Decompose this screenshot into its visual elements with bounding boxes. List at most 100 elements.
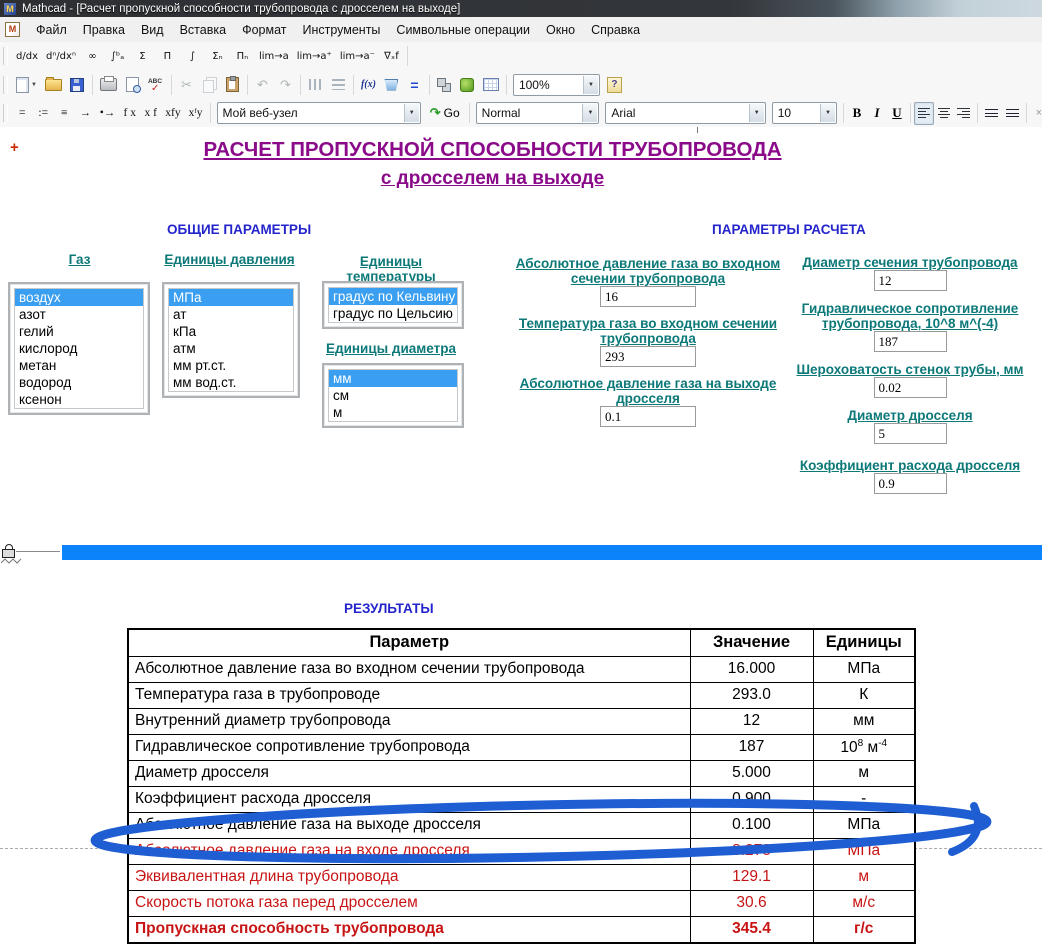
infix-op-icon[interactable]: xfy [161,102,184,125]
redo-button[interactable]: ↷ [274,73,297,96]
menu-item[interactable]: Окно [538,20,583,40]
insert-table-button[interactable] [479,73,503,96]
bold-button[interactable]: B [847,102,867,125]
menu-item[interactable]: Инструменты [294,20,388,40]
list-item[interactable]: кислород [15,340,143,357]
list-item[interactable]: градус по Кельвину [329,288,457,305]
list-item[interactable]: воздух [15,289,143,306]
help-button[interactable]: ? [603,73,626,96]
equals-op-icon[interactable]: = [12,102,33,125]
list-item[interactable]: градус по Цельсию [329,305,457,322]
chevron-down-icon[interactable]: ▼ [582,104,597,122]
menu-item[interactable]: Правка [75,20,133,40]
menu-item[interactable]: Формат [234,20,294,40]
undo-button[interactable]: ↶ [251,73,274,96]
save-button[interactable] [66,73,89,96]
lock-icon[interactable] [2,544,15,557]
diameter-units-listbox[interactable]: ммсмм [322,363,464,428]
insert-unit-button[interactable] [380,73,403,96]
symbolic-eval-op-icon[interactable]: → [75,102,96,125]
global-assign-op-icon[interactable]: ≡ [54,102,75,125]
definite-integral-icon[interactable]: ∫ᵇₐ [105,45,130,68]
insert-function-button[interactable]: f(x) [357,73,380,96]
chevron-down-icon[interactable]: ▼ [583,76,598,94]
list-item[interactable]: мм рт.ст. [169,357,293,374]
menu-item[interactable]: Файл [28,20,75,40]
worksheet[interactable]: + РАСЧЕТ ПРОПУСКНОЙ СПОСОБНОСТИ ТРУБОПРО… [0,127,1042,942]
italic-button[interactable]: I [867,102,887,125]
numbered-list-button[interactable] [1002,102,1023,125]
chevron-down-icon[interactable]: ▼ [749,104,764,122]
list-item[interactable]: гелий [15,323,143,340]
paste-button[interactable] [221,73,244,96]
list-item[interactable]: ат [169,306,293,323]
cut-button[interactable]: ✂ [175,73,198,96]
value-input[interactable] [874,331,947,352]
go-button[interactable]: ↷ Go [424,102,466,124]
nth-derivative-icon[interactable]: dⁿ/dxⁿ [42,45,80,68]
menu-item[interactable]: Символьные операции [388,20,538,40]
list-item[interactable]: кПа [169,323,293,340]
list-item[interactable]: азот [15,306,143,323]
limit-left-icon[interactable]: lim→a⁻ [336,45,379,68]
limit-icon[interactable]: lim→a [255,45,293,68]
align-regions-across-button[interactable] [304,73,327,96]
pressure-units-listbox[interactable]: МПааткПаатммм рт.ст.мм вод.ст. [162,282,300,398]
summation-limits-icon[interactable]: Σ [130,45,155,68]
calculate-button[interactable]: = [403,73,426,96]
toolbar-grip[interactable] [3,104,8,122]
value-input[interactable] [874,423,947,444]
chevron-down-icon[interactable]: ▼ [404,104,419,122]
value-input[interactable] [874,473,947,494]
font-combobox[interactable]: Arial ▼ [605,102,765,124]
web-site-combobox[interactable]: Мой веб-узел ▼ [217,102,421,124]
postfix-op-icon[interactable]: x f [140,102,161,125]
list-item[interactable]: ксенон [15,391,143,408]
value-input[interactable] [874,270,947,291]
limit-right-icon[interactable]: lim→a⁺ [293,45,336,68]
list-item[interactable]: атм [169,340,293,357]
print-preview-button[interactable] [121,73,144,96]
gradient-icon[interactable]: ∇ₓf [379,45,404,68]
style-combobox[interactable]: Normal ▼ [476,102,600,124]
value-input[interactable] [600,346,696,367]
open-button[interactable] [41,73,66,96]
bullet-list-button[interactable] [981,102,1002,125]
temperature-units-listbox[interactable]: градус по Кельвинуградус по Цельсию [322,281,464,329]
component-wizard-button[interactable] [433,73,456,96]
product-limits-icon[interactable]: Π [155,45,180,68]
symbolic-keyword-op-icon[interactable]: •→ [96,102,120,125]
gas-listbox[interactable]: воздухазотгелийкислородметанводородксено… [8,282,150,415]
toolbar-grip[interactable] [3,76,8,94]
align-left-button[interactable] [914,102,934,125]
align-center-button[interactable] [934,102,954,125]
font-size-combobox[interactable]: 10 ▼ [772,102,837,124]
data-component-button[interactable] [456,73,479,96]
summation-icon[interactable]: Σₙ [205,45,230,68]
spell-check-button[interactable]: ABC✓ [144,73,168,96]
zoom-select[interactable]: 100% ▼ [513,74,600,96]
value-input[interactable] [600,406,696,427]
underline-button[interactable]: U [887,102,907,125]
menu-item[interactable]: Справка [583,20,648,40]
list-item[interactable]: мм [329,370,457,387]
list-item[interactable]: м [329,404,457,421]
value-input[interactable] [874,377,947,398]
value-input[interactable] [600,286,696,307]
list-item[interactable]: метан [15,357,143,374]
list-item[interactable]: водород [15,374,143,391]
toolbar-grip[interactable] [3,47,8,65]
function-op-icon[interactable]: f x [119,102,140,125]
treefix-op-icon[interactable]: xᶠy [185,102,207,125]
chevron-down-icon[interactable]: ▼ [820,104,835,122]
print-button[interactable] [96,73,121,96]
list-item[interactable]: МПа [169,289,293,306]
align-regions-down-button[interactable] [327,73,350,96]
close-icon[interactable]: × [1036,107,1042,119]
title-bar[interactable]: M Mathcad - [Расчет пропускной способнос… [0,0,1042,17]
menu-item[interactable]: Вставка [172,20,234,40]
locked-area-bar[interactable] [62,545,1042,560]
list-item[interactable]: см [329,387,457,404]
new-button[interactable]: ▼ [12,73,41,96]
indefinite-integral-icon[interactable]: ∫ [180,45,205,68]
